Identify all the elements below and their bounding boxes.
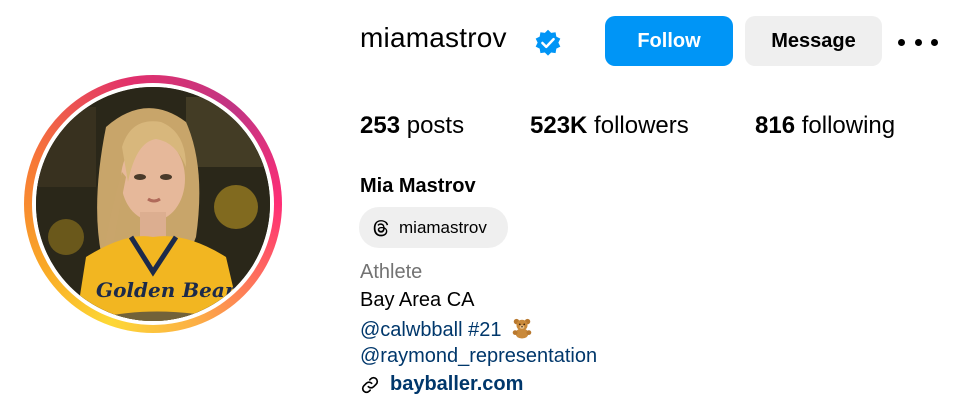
profile-full-name: Mia Mastrov bbox=[360, 175, 476, 197]
posts-label: posts bbox=[406, 112, 465, 139]
follow-button[interactable]: Follow bbox=[605, 16, 733, 66]
svg-text:Golden Bears: Golden Bears bbox=[96, 278, 247, 302]
posts-stat: 253 posts bbox=[360, 112, 464, 140]
verified-badge-icon bbox=[535, 29, 561, 56]
posts-count: 253 bbox=[360, 112, 401, 139]
website-link[interactable]: bayballer.com bbox=[390, 373, 523, 396]
profile-photo: Golden Bears bbox=[36, 87, 270, 321]
bio-website[interactable]: bayballer.com bbox=[360, 373, 523, 396]
mention-link[interactable]: @raymond_representation bbox=[360, 345, 597, 368]
followers-stat[interactable]: 523K followers bbox=[530, 112, 689, 140]
profile-category: Athlete bbox=[360, 261, 423, 283]
threads-handle: miamastrov bbox=[399, 217, 487, 237]
avatar[interactable]: Golden Bears bbox=[36, 87, 270, 321]
more-dot bbox=[898, 38, 905, 46]
profile-username: miamastrov bbox=[360, 22, 507, 53]
more-dot bbox=[931, 38, 938, 46]
following-stat[interactable]: 816 following bbox=[755, 112, 895, 140]
more-options-icon[interactable] bbox=[898, 30, 938, 54]
more-dot bbox=[914, 38, 922, 46]
mention-link[interactable]: @calwbball #21 bbox=[360, 319, 502, 341]
threads-icon bbox=[373, 219, 389, 236]
avatar-border: Golden Bears bbox=[32, 83, 274, 325]
followers-count: 523K bbox=[530, 112, 588, 139]
bio-mention-line: @calwbball #21 bbox=[360, 317, 533, 342]
threads-badge[interactable]: miamastrov bbox=[359, 207, 508, 248]
teddy-bear-icon bbox=[512, 318, 532, 339]
link-icon bbox=[361, 376, 379, 393]
following-count: 816 bbox=[755, 112, 796, 139]
message-button[interactable]: Message bbox=[745, 16, 882, 66]
following-label: following bbox=[801, 112, 896, 139]
story-ring[interactable]: Golden Bears bbox=[24, 75, 282, 333]
bio-location: Bay Area CA bbox=[360, 289, 475, 311]
followers-label: followers bbox=[594, 112, 689, 139]
